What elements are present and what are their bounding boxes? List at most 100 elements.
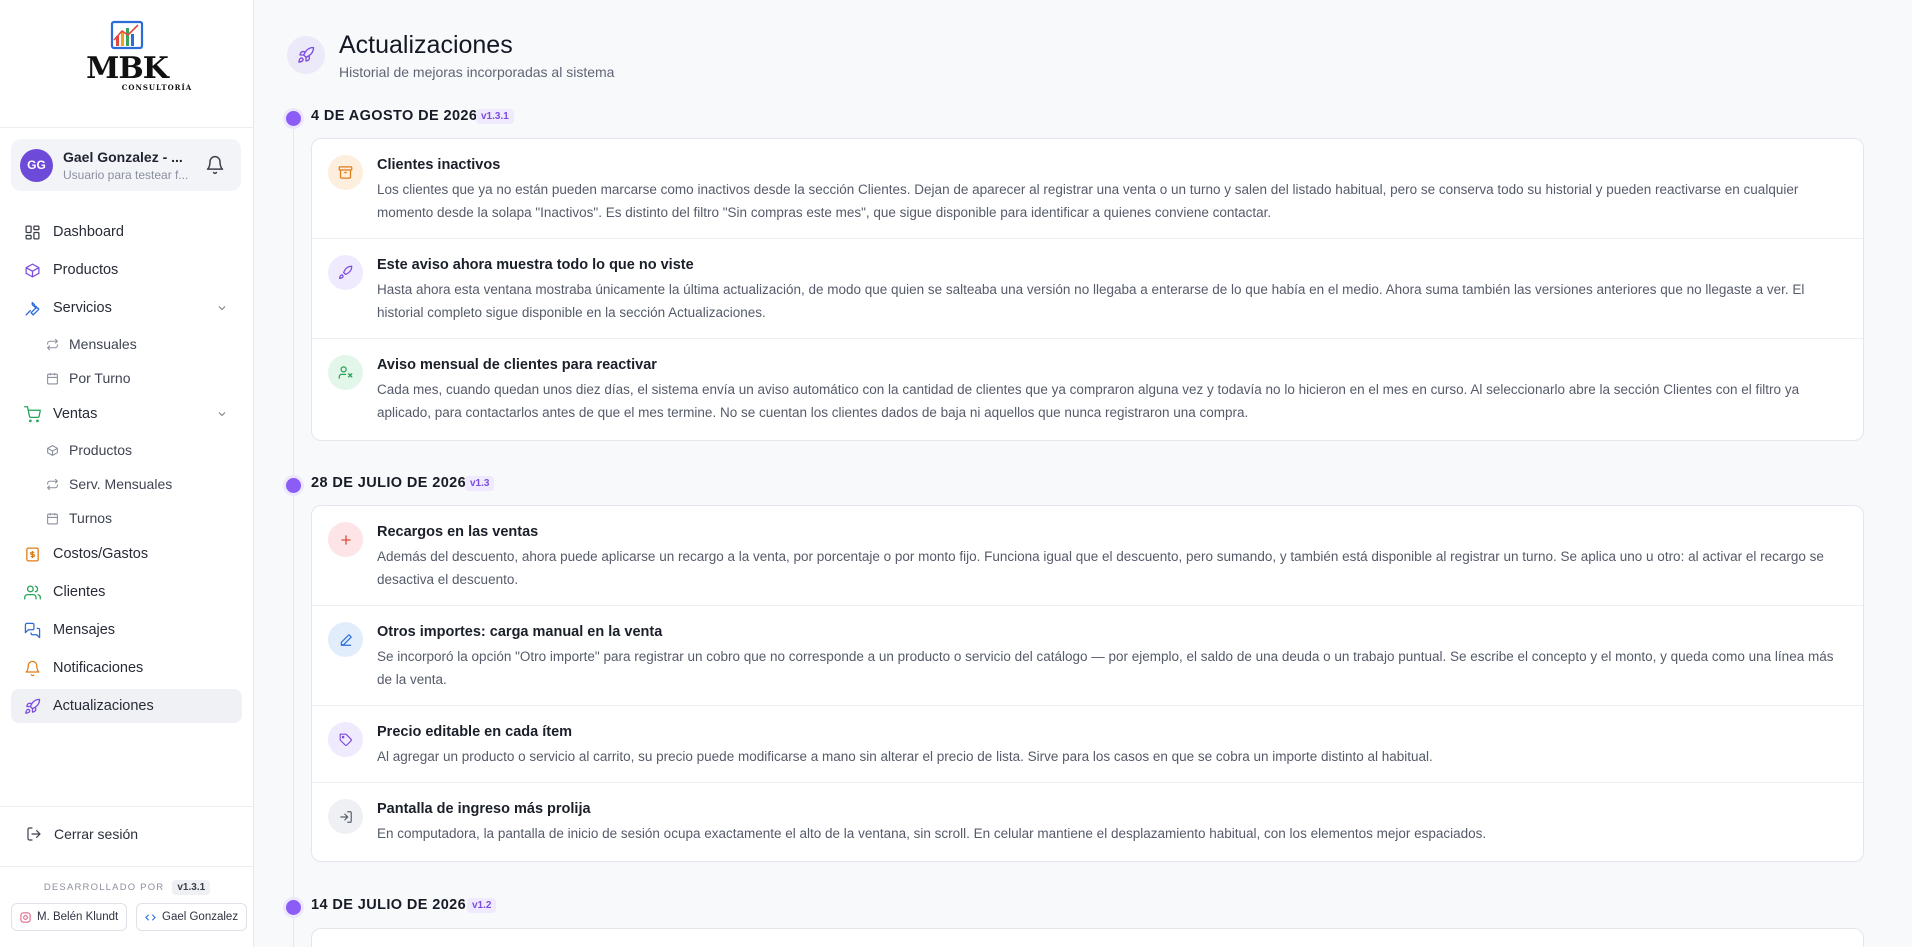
nav-label: Servicios <box>53 300 112 316</box>
release-version-badge: v1.2 <box>467 898 497 913</box>
sub-label: Por Turno <box>69 370 131 386</box>
developer-name: M. Belén Klundt <box>37 911 119 923</box>
dashboard-icon <box>23 223 41 241</box>
app-version-badge: v1.3.1 <box>172 880 211 895</box>
calendar-icon <box>45 511 59 525</box>
nav-label: Dashboard <box>53 224 124 240</box>
box-icon <box>45 443 59 457</box>
entry-description: En computadora, la pantalla de inicio de… <box>377 826 1487 841</box>
nav-ventas[interactable]: Ventas <box>11 397 242 431</box>
tag-icon <box>328 722 363 757</box>
sub-label: Serv. Mensuales <box>69 476 173 492</box>
nav-label: Notificaciones <box>53 660 144 676</box>
release-entry: Precio editable en cada ítem Al agregar … <box>312 706 1863 783</box>
nav-productos[interactable]: Productos <box>11 253 242 287</box>
logout-button[interactable]: Cerrar sesión <box>26 826 138 842</box>
nav-actualizaciones[interactable]: Actualizaciones <box>11 689 242 723</box>
nav-costos-gastos[interactable]: Costos/Gastos <box>11 537 242 571</box>
release-date: 14 DE JULIO DE 2026 <box>311 897 467 913</box>
code-icon <box>145 912 156 923</box>
release-card: Recargos en las ventas Además del descue… <box>311 505 1864 862</box>
brand-logo[interactable]: MBK CONSULTORÍA <box>0 20 254 104</box>
nav-ventas-serv-mensuales[interactable]: Serv. Mensuales <box>45 469 172 499</box>
archive-icon <box>328 155 363 190</box>
brand-tagline: CONSULTORÍA <box>121 83 193 92</box>
nav-ventas-turnos[interactable]: Turnos <box>45 503 112 533</box>
chevron-down-icon[interactable] <box>216 408 228 420</box>
user-name: Gael Gonzalez - ... <box>63 148 183 165</box>
nav-servicios-mensuales[interactable]: Mensuales <box>45 329 137 359</box>
sub-label: Productos <box>69 442 133 458</box>
divider <box>0 806 253 807</box>
developer-link-gael[interactable]: Gael Gonzalez <box>136 903 248 931</box>
nav-label: Actualizaciones <box>53 698 154 714</box>
logout-icon <box>26 826 42 842</box>
users-icon <box>23 583 41 601</box>
developer-link-belen[interactable]: M. Belén Klundt <box>11 903 128 931</box>
nav-notificaciones[interactable]: Notificaciones <box>11 651 242 685</box>
entry-title: Aviso mensual de clientes para reactivar <box>377 357 657 373</box>
sub-label: Mensuales <box>69 336 137 352</box>
nav-label: Clientes <box>53 584 106 600</box>
timeline-dot <box>286 111 301 126</box>
rocket-icon <box>23 697 41 715</box>
release-entry: Pantalla de ingreso más prolija En compu… <box>312 783 1863 861</box>
chart-logo-icon <box>104 20 150 54</box>
cart-icon <box>23 405 41 423</box>
divider <box>0 866 253 867</box>
nav-label: Costos/Gastos <box>53 546 149 562</box>
entry-description: Se incorporó la opción "Otro importe" pa… <box>377 649 1834 687</box>
page-title: Actualizaciones <box>339 31 513 59</box>
nav-dashboard[interactable]: Dashboard <box>11 215 242 249</box>
nav-servicios-por-turno[interactable]: Por Turno <box>45 363 130 393</box>
login-icon <box>328 799 363 834</box>
developer-name: Gael Gonzalez <box>162 911 239 923</box>
entry-title: Otros importes: carga manual en la venta <box>377 624 663 640</box>
calendar-icon <box>45 371 59 385</box>
logout-label: Cerrar sesión <box>54 826 139 842</box>
release-date: 28 DE JULIO DE 2026 <box>311 475 467 491</box>
nav-label: Productos <box>53 262 119 278</box>
nav-ventas-productos[interactable]: Productos <box>45 435 132 465</box>
nav-servicios[interactable]: Servicios <box>11 291 242 325</box>
chevron-down-icon[interactable] <box>216 302 228 314</box>
repeat-icon <box>45 477 59 491</box>
release-entry: Este aviso ahora muestra todo lo que no … <box>312 239 1863 339</box>
nav-mensajes[interactable]: Mensajes <box>11 613 242 647</box>
release-version-badge: v1.3.1 <box>476 109 514 124</box>
page-subtitle: Historial de mejoras incorporadas al sis… <box>339 64 615 80</box>
nav-clientes[interactable]: Clientes <box>11 575 242 609</box>
entry-title: Recargos en las ventas <box>377 524 539 540</box>
plus-icon <box>328 522 363 557</box>
release-entry: Aviso mensual de clientes para reactivar… <box>312 339 1863 440</box>
rocket-icon <box>287 36 325 74</box>
entry-description: Al agregar un producto o servicio al car… <box>377 749 1433 764</box>
entry-title: Precio editable en cada ítem <box>377 724 573 740</box>
release-entry: Recargos en las ventas Además del descue… <box>312 506 1863 606</box>
entry-description: Cada mes, cuando quedan unos diez días, … <box>377 382 1800 420</box>
user-role: Usuario para testear f... <box>63 167 189 182</box>
brand-name: MBK <box>86 51 169 86</box>
release-entry: Clientes inactivos Los clientes que ya n… <box>312 139 1863 239</box>
entry-title: Clientes inactivos <box>377 157 501 173</box>
wrench-icon <box>23 299 41 317</box>
nav-label: Mensajes <box>53 622 116 638</box>
divider <box>0 127 253 128</box>
user-card[interactable]: GG Gael Gonzalez - ... Usuario para test… <box>11 139 241 191</box>
pencil-icon <box>328 622 363 657</box>
entry-description: Además del descuento, ahora puede aplica… <box>377 549 1824 587</box>
instagram-icon <box>20 911 31 923</box>
release-card: Clientes inactivos Los clientes que ya n… <box>311 138 1864 441</box>
sidebar: MBK CONSULTORÍA GG Gael Gonzalez - ... U… <box>0 0 254 947</box>
repeat-icon <box>45 337 59 351</box>
bell-icon[interactable] <box>205 155 225 175</box>
timeline-dot <box>286 900 301 915</box>
developer-info: DESARROLLADO POR v1.3.1 <box>0 880 254 895</box>
release-entry: Otros importes: carga manual en la venta… <box>312 606 1863 706</box>
timeline-line <box>293 118 294 947</box>
avatar: GG <box>20 148 53 182</box>
box-icon <box>23 261 41 279</box>
entry-description: Los clientes que ya no están pueden marc… <box>377 182 1799 220</box>
release-card <box>311 928 1864 947</box>
entry-description: Hasta ahora esta ventana mostraba únicam… <box>377 282 1805 320</box>
